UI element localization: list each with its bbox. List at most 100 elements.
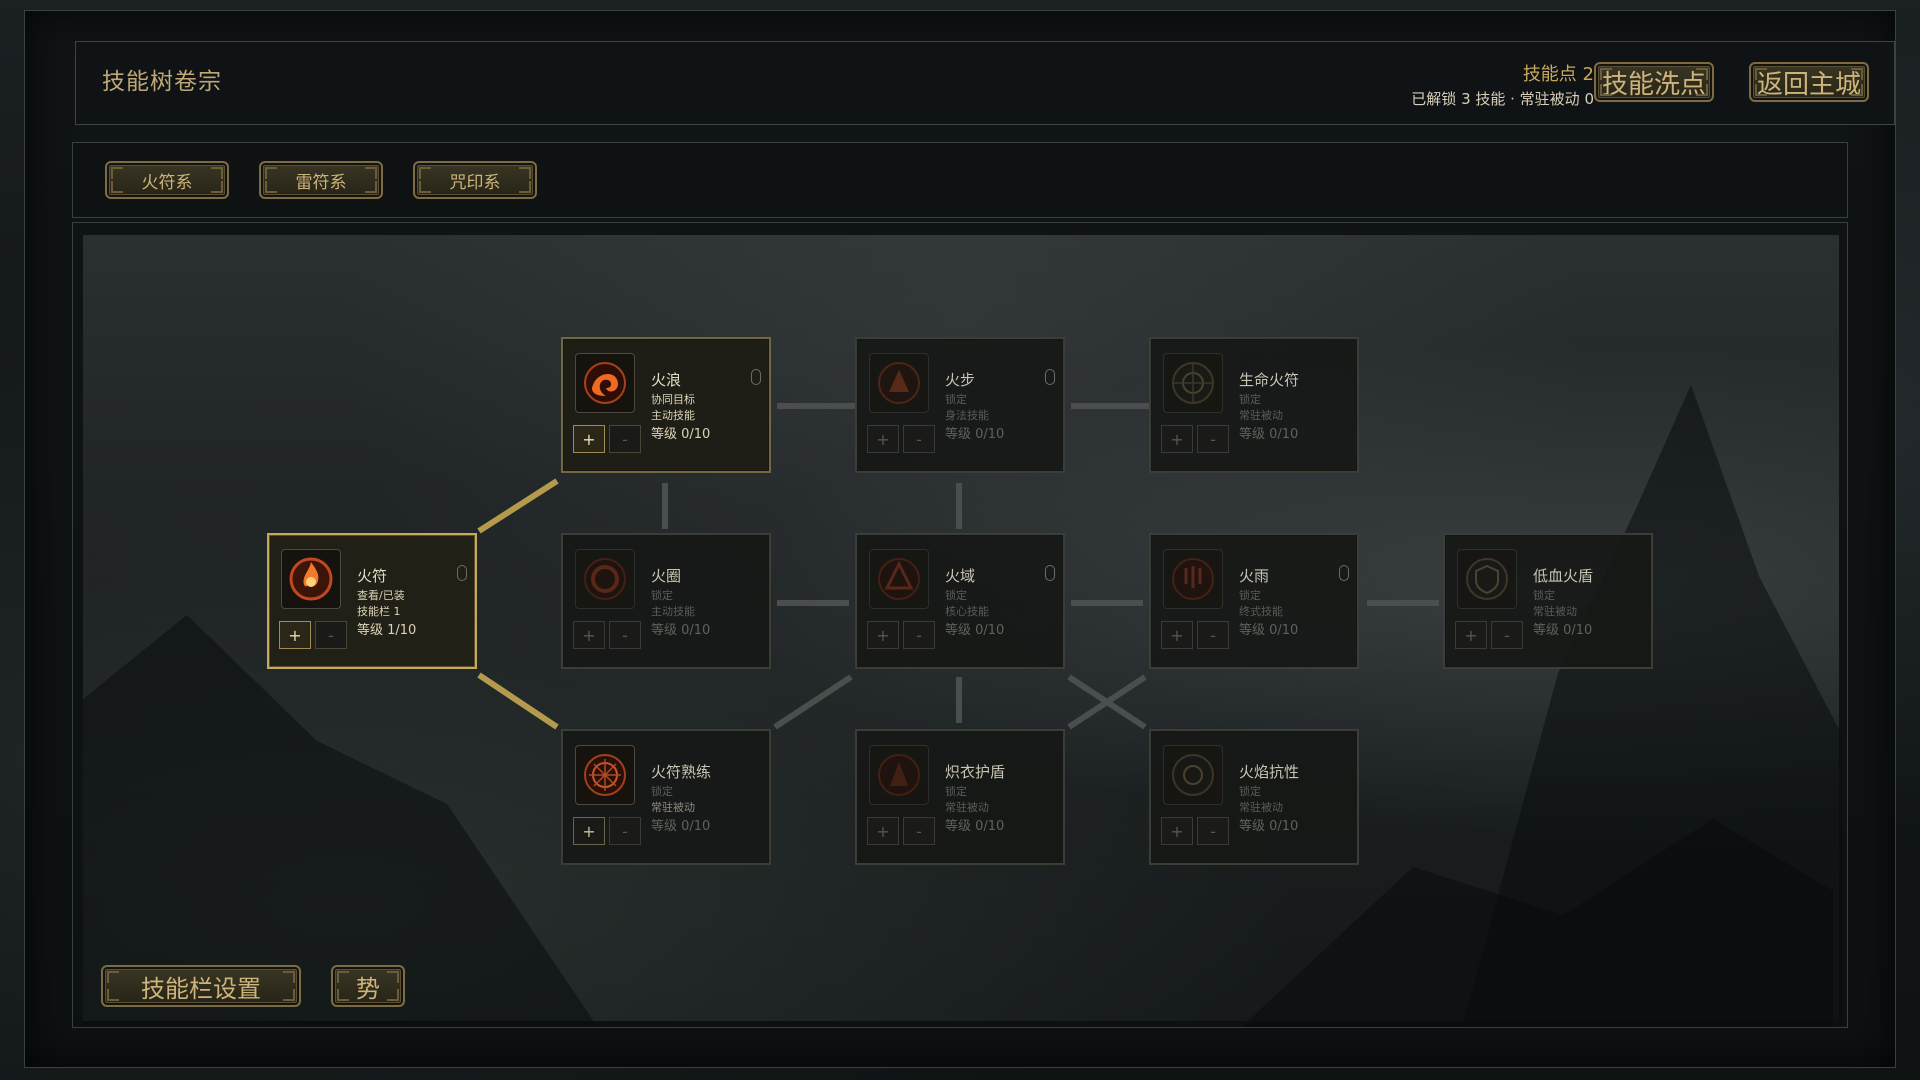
low-hp-shield-icon bbox=[1457, 549, 1517, 609]
skill-status: 锁定 bbox=[1239, 393, 1261, 406]
tab-label: 咒印系 bbox=[449, 172, 501, 193]
skill-level: 等级 0/10 bbox=[1533, 623, 1593, 638]
skill-type: 技能栏 1 bbox=[357, 605, 401, 618]
remove-point-button[interactable]: - bbox=[609, 817, 641, 845]
add-point-button[interactable]: + bbox=[1161, 621, 1193, 649]
add-point-button[interactable]: + bbox=[573, 621, 605, 649]
fire-domain-icon bbox=[869, 549, 929, 609]
skill-node-huoquan[interactable]: 火圈 锁定 主动技能 等级 0/10 + - bbox=[561, 533, 771, 669]
remove-point-button[interactable]: - bbox=[1197, 425, 1229, 453]
add-point-button[interactable]: + bbox=[1161, 425, 1193, 453]
fire-talisman-icon bbox=[281, 549, 341, 609]
equip-toggle[interactable] bbox=[457, 565, 467, 581]
remove-point-button[interactable]: - bbox=[903, 817, 935, 845]
equip-toggle[interactable] bbox=[751, 369, 761, 385]
skill-level: 等级 0/10 bbox=[1239, 427, 1299, 442]
add-point-button[interactable]: + bbox=[573, 425, 605, 453]
skill-node-huobu[interactable]: 火步 锁定 身法技能 等级 0/10 + - bbox=[855, 337, 1065, 473]
skill-node-huolang[interactable]: 火浪 协同目标 主动技能 等级 0/10 + - bbox=[561, 337, 771, 473]
fire-rain-icon bbox=[1163, 549, 1223, 609]
skill-name: 火域 bbox=[945, 567, 976, 585]
skill-status: 锁定 bbox=[651, 589, 673, 602]
skill-type: 身法技能 bbox=[945, 409, 989, 422]
skill-status: 协同目标 bbox=[651, 393, 695, 406]
remove-point-button[interactable]: - bbox=[315, 621, 347, 649]
link bbox=[773, 674, 853, 730]
skill-type: 常驻被动 bbox=[945, 801, 989, 814]
equip-toggle[interactable] bbox=[1045, 369, 1055, 385]
skill-node-huyi-hudun[interactable]: 炽衣护盾 锁定 常驻被动 等级 0/10 + - bbox=[855, 729, 1065, 865]
page-title: 技能树卷宗 bbox=[102, 69, 222, 95]
skill-status: 查看/已装 bbox=[357, 589, 405, 602]
skill-status: 锁定 bbox=[945, 393, 967, 406]
skill-name: 火符熟练 bbox=[651, 763, 712, 781]
skill-type: 核心技能 bbox=[945, 605, 989, 618]
skill-type: 常驻被动 bbox=[1239, 801, 1283, 814]
tab-thunder-talisman[interactable]: 雷符系 bbox=[259, 161, 383, 199]
remove-point-button[interactable]: - bbox=[609, 425, 641, 453]
tab-label: 雷符系 bbox=[295, 172, 347, 193]
reset-skills-button[interactable]: 技能洗点 bbox=[1594, 62, 1714, 102]
skill-node-huofu-shulian[interactable]: 火符熟练 锁定 常驻被动 等级 0/10 + - bbox=[561, 729, 771, 865]
add-point-button[interactable]: + bbox=[867, 621, 899, 649]
skill-status: 锁定 bbox=[1239, 589, 1261, 602]
add-point-button[interactable]: + bbox=[1455, 621, 1487, 649]
add-point-button[interactable]: + bbox=[867, 425, 899, 453]
skill-node-huoyan-kangxing[interactable]: 火焰抗性 锁定 常驻被动 等级 0/10 + - bbox=[1149, 729, 1359, 865]
skill-type: 常驻被动 bbox=[1533, 605, 1577, 618]
skill-name: 火浪 bbox=[651, 371, 682, 389]
equip-toggle[interactable] bbox=[1339, 565, 1349, 581]
equip-toggle[interactable] bbox=[1045, 565, 1055, 581]
skill-name: 火符 bbox=[357, 567, 388, 585]
add-point-button[interactable]: + bbox=[573, 817, 605, 845]
skill-status: 锁定 bbox=[1239, 785, 1261, 798]
skill-node-huoyu-rain[interactable]: 火雨 锁定 终式技能 等级 0/10 + - bbox=[1149, 533, 1359, 669]
skill-tree-panel: 火符 查看/已装 技能栏 1 等级 1/10 + - 火浪 协同目标 主动技能 … bbox=[72, 222, 1848, 1028]
skillbar-settings-button[interactable]: 技能栏设置 bbox=[101, 965, 301, 1007]
skill-node-dixue-huodun[interactable]: 低血火盾 锁定 常驻被动 等级 0/10 + - bbox=[1443, 533, 1653, 669]
remove-point-button[interactable]: - bbox=[609, 621, 641, 649]
add-point-button[interactable]: + bbox=[1161, 817, 1193, 845]
skill-level: 等级 0/10 bbox=[945, 623, 1005, 638]
add-point-button[interactable]: + bbox=[867, 817, 899, 845]
fire-wave-icon bbox=[575, 353, 635, 413]
skillbar-settings-label: 技能栏设置 bbox=[141, 974, 261, 1003]
skill-type: 常驻被动 bbox=[1239, 409, 1283, 422]
skill-type: 终式技能 bbox=[1239, 605, 1283, 618]
fire-ring-icon bbox=[575, 549, 635, 609]
add-point-button[interactable]: + bbox=[279, 621, 311, 649]
remove-point-button[interactable]: - bbox=[903, 425, 935, 453]
skill-level: 等级 0/10 bbox=[651, 819, 711, 834]
skill-level: 等级 0/10 bbox=[651, 427, 711, 442]
skill-level: 等级 1/10 bbox=[357, 623, 417, 638]
skill-name: 火雨 bbox=[1239, 567, 1270, 585]
return-city-label: 返回主城 bbox=[1756, 69, 1861, 100]
skill-name: 火步 bbox=[945, 371, 976, 389]
skill-type: 主动技能 bbox=[651, 605, 695, 618]
remove-point-button[interactable]: - bbox=[1197, 621, 1229, 649]
link-active bbox=[477, 672, 559, 730]
fire-resist-icon bbox=[1163, 745, 1223, 805]
skill-node-shengming-huofu[interactable]: 生命火符 锁定 常驻被动 等级 0/10 + - bbox=[1149, 337, 1359, 473]
skill-level: 等级 0/10 bbox=[945, 819, 1005, 834]
skill-type: 主动技能 bbox=[651, 409, 695, 422]
skill-name: 火圈 bbox=[651, 567, 682, 585]
skill-name: 炽衣护盾 bbox=[945, 763, 1006, 781]
skill-status: 锁定 bbox=[651, 785, 673, 798]
skill-level: 等级 0/10 bbox=[945, 427, 1005, 442]
stance-button[interactable]: 势 bbox=[331, 965, 405, 1007]
skill-status: 锁定 bbox=[945, 589, 967, 602]
return-city-button[interactable]: 返回主城 bbox=[1749, 62, 1869, 102]
skill-node-huofu[interactable]: 火符 查看/已装 技能栏 1 等级 1/10 + - bbox=[267, 533, 477, 669]
tab-fire-talisman[interactable]: 火符系 bbox=[105, 161, 229, 199]
reset-skills-label: 技能洗点 bbox=[1601, 69, 1706, 100]
remove-point-button[interactable]: - bbox=[903, 621, 935, 649]
tab-curse-seal[interactable]: 咒印系 bbox=[413, 161, 537, 199]
skill-level: 等级 0/10 bbox=[651, 623, 711, 638]
skill-points-label: 技能点 2 bbox=[1522, 64, 1594, 85]
skill-node-huoyu-domain[interactable]: 火域 锁定 核心技能 等级 0/10 + - bbox=[855, 533, 1065, 669]
mastery-icon bbox=[575, 745, 635, 805]
skill-name: 火焰抗性 bbox=[1239, 763, 1300, 781]
remove-point-button[interactable]: - bbox=[1197, 817, 1229, 845]
remove-point-button[interactable]: - bbox=[1491, 621, 1523, 649]
